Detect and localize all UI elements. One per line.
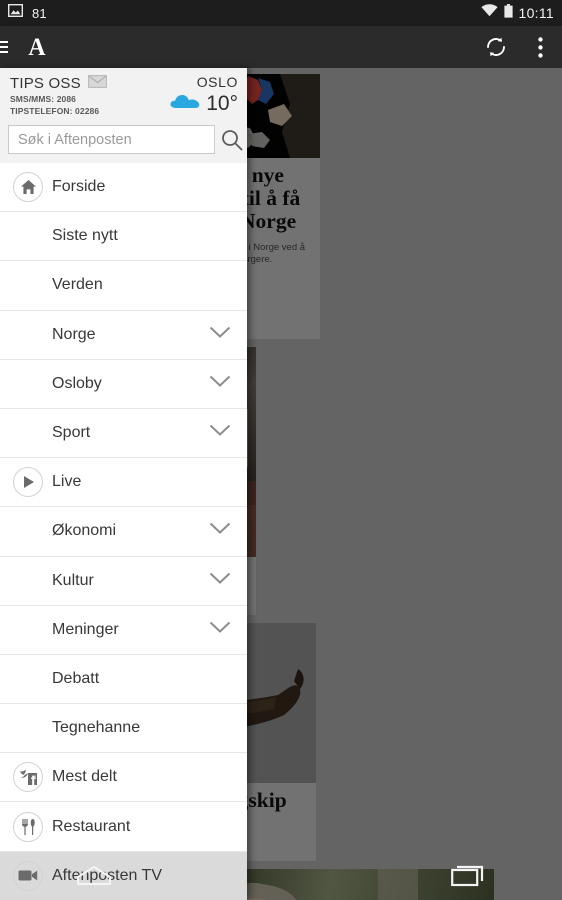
sidebar-item-label: Økonomi — [52, 522, 117, 540]
app-action-bar: A — [0, 26, 562, 68]
sidebar-item-label: Live — [52, 473, 82, 491]
sidebar-item-label: Kultur — [52, 571, 94, 589]
sidebar-item-label: Verden — [52, 276, 103, 294]
aftenposten-logo[interactable]: A — [28, 35, 45, 60]
envelope-icon[interactable] — [87, 75, 107, 92]
video-camera-icon — [12, 860, 44, 892]
weather-widget[interactable]: OSLO 10° — [170, 74, 238, 114]
sidebar-item-label: Forside — [52, 178, 106, 196]
sidebar-item-verden[interactable]: Verden — [0, 261, 247, 311]
clock: 10:11 — [518, 5, 554, 21]
sidebar-item-sport[interactable]: Sport — [0, 408, 247, 459]
home-nav-icon[interactable] — [251, 852, 311, 900]
sidebar-item-label: Sport — [52, 424, 91, 442]
sidebar-item-label: Osloby — [52, 374, 102, 392]
sidebar-item-label: Mest delt — [52, 768, 117, 786]
notification-count: 81 — [32, 5, 47, 21]
chevron-down-icon[interactable] — [209, 522, 231, 540]
drawer-menu: Forside Siste nytt Verden Norge Osloby S… — [0, 163, 247, 900]
home-icon — [12, 171, 44, 203]
refresh-icon[interactable] — [474, 26, 518, 68]
chevron-down-icon[interactable] — [209, 375, 231, 393]
sidebar-item-label: Norge — [52, 325, 96, 343]
sidebar-item-debatt[interactable]: Debatt — [0, 654, 247, 705]
weather-row: 10° — [170, 91, 238, 114]
sidebar-item-okonomi[interactable]: Økonomi — [0, 507, 247, 557]
phone-screen: 81 10:11 A nye til å få Norge i Norge ve… — [0, 0, 562, 900]
chevron-down-icon[interactable] — [209, 424, 231, 442]
sidebar-item-osloby[interactable]: Osloby — [0, 359, 247, 409]
sidebar-item-label: Debatt — [52, 669, 100, 687]
search-icon[interactable] — [221, 126, 243, 154]
weather-temperature: 10° — [206, 92, 238, 115]
weather-city: OSLO — [196, 74, 238, 90]
sidebar-item-forside[interactable]: Forside — [0, 163, 247, 213]
sidebar-item-live[interactable]: Live — [0, 458, 247, 508]
status-bar-right: 10:11 — [480, 3, 555, 23]
tips-title-text: TIPS OSS — [10, 75, 81, 92]
sidebar-item-label: Tegnehanne — [52, 719, 141, 737]
search-bar[interactable] — [0, 125, 247, 163]
search-input[interactable] — [8, 125, 215, 154]
sidebar-item-siste-nytt[interactable]: Siste nytt — [0, 212, 247, 262]
sidebar-item-norge[interactable]: Norge — [0, 310, 247, 360]
sidebar-item-tegnehanne[interactable]: Tegnehanne — [0, 704, 247, 754]
recent-apps-icon[interactable] — [438, 852, 498, 900]
tips-section[interactable]: TIPS OSS SMS/MMS: 2086 TIPSTELEFON: 0228… — [0, 68, 247, 125]
image-icon — [7, 3, 24, 22]
hamburger-menu-icon[interactable] — [0, 41, 18, 53]
navigation-drawer[interactable]: TIPS OSS SMS/MMS: 2086 TIPSTELEFON: 0228… — [0, 68, 247, 900]
battery-full-icon — [503, 3, 513, 23]
chevron-down-icon[interactable] — [209, 621, 231, 639]
sidebar-item-label: Meninger — [52, 620, 119, 638]
overflow-menu-icon[interactable] — [518, 26, 562, 68]
cloud-icon — [170, 91, 200, 114]
sidebar-item-restaurant[interactable]: Restaurant — [0, 802, 247, 852]
cutlery-icon — [12, 811, 44, 843]
back-icon[interactable] — [64, 852, 124, 900]
status-bar-left: 81 — [7, 3, 47, 22]
wifi-icon — [480, 4, 498, 22]
sidebar-item-label: Restaurant — [52, 817, 131, 835]
sidebar-item-mest-delt[interactable]: Mest delt — [0, 753, 247, 803]
sidebar-item-label: Siste nytt — [52, 227, 118, 245]
chevron-down-icon[interactable] — [209, 572, 231, 590]
social-share-icon — [12, 761, 44, 793]
system-navigation-bar — [0, 852, 562, 900]
status-bar: 81 10:11 — [0, 0, 562, 26]
play-icon — [12, 466, 44, 498]
sidebar-item-kultur[interactable]: Kultur — [0, 556, 247, 606]
sidebar-item-meninger[interactable]: Meninger — [0, 605, 247, 655]
chevron-down-icon[interactable] — [209, 326, 231, 344]
